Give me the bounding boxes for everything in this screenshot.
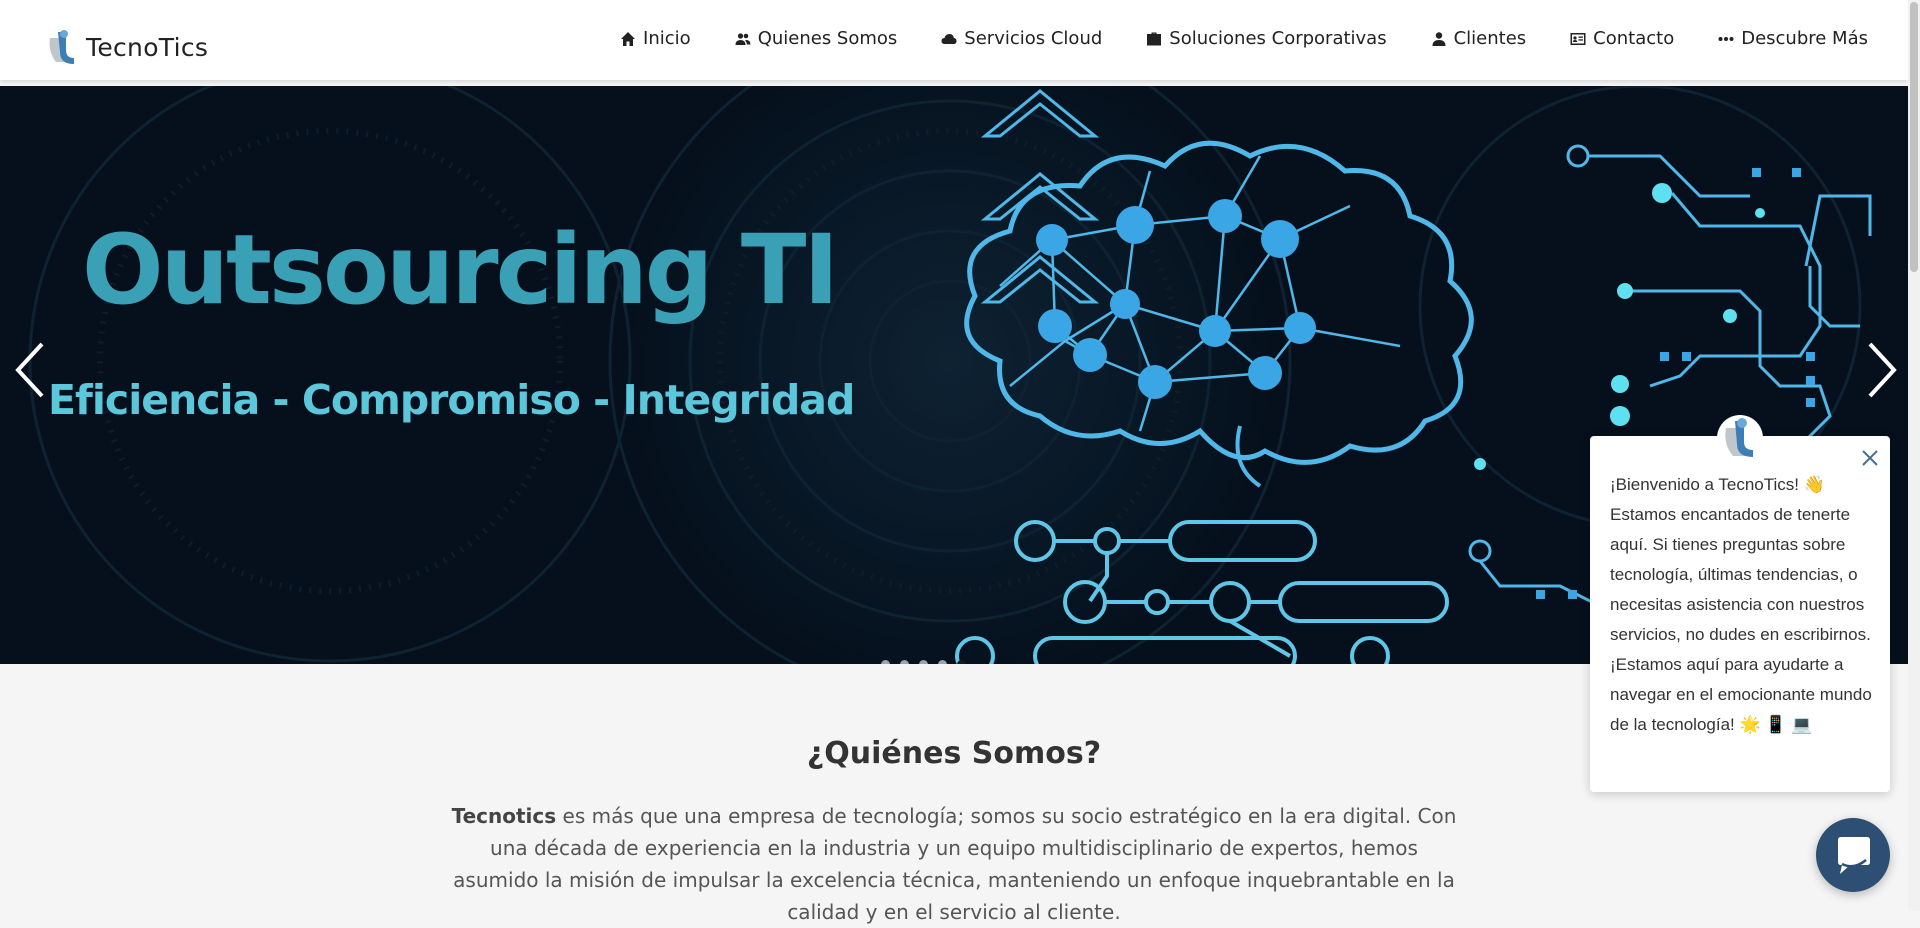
chat-bubble-icon <box>1838 837 1870 874</box>
home-icon <box>621 31 636 46</box>
nav-label: Descubre Más <box>1741 28 1868 49</box>
slider-dot-3[interactable] <box>919 660 928 664</box>
hero-title: Outsourcing TI <box>82 214 839 326</box>
slider-dot-1[interactable] <box>881 660 890 664</box>
nav-label: Inicio <box>643 28 691 49</box>
about-brand-name: Tecnotics <box>451 804 557 828</box>
logo-icon <box>49 30 74 64</box>
chevron-right-icon <box>1868 342 1897 398</box>
chat-launcher-button[interactable] <box>1816 818 1890 892</box>
brand-name: TecnoTics <box>86 32 209 62</box>
scrollbar-thumb[interactable] <box>1910 2 1918 272</box>
page-scrollbar[interactable] <box>1908 0 1920 911</box>
nav-item-quienes-somos[interactable]: Quienes Somos <box>735 28 898 49</box>
nav-item-descubre-mas[interactable]: Descubre Más <box>1718 28 1868 49</box>
slider-dot-2[interactable] <box>900 660 909 664</box>
ellipsis-icon <box>1718 36 1734 41</box>
nav-item-inicio[interactable]: Inicio <box>620 28 691 49</box>
nav-label: Clientes <box>1453 28 1527 49</box>
brand-logo[interactable]: TecnoTics <box>44 28 208 66</box>
cloud-icon <box>941 33 957 44</box>
nav-label: Contacto <box>1593 28 1675 49</box>
chat-bot-avatar-icon <box>1717 415 1763 461</box>
slider-dot-4[interactable] <box>938 660 947 664</box>
slider-next-button[interactable] <box>1860 340 1900 400</box>
hero-subtitle: Eficiencia - Compromiso - Integridad <box>48 376 855 424</box>
slider-prev-button[interactable] <box>12 340 52 400</box>
close-icon[interactable] <box>1860 448 1880 468</box>
nav-item-clientes[interactable]: Clientes <box>1431 28 1527 49</box>
briefcase-icon <box>1147 32 1162 45</box>
chat-welcome-popup: ¡Bienvenido a TecnoTics! 👋 Estamos encan… <box>1590 415 1890 792</box>
about-paragraph: Tecnotics es más que una empresa de tecn… <box>450 800 1458 928</box>
nav-label: Quienes Somos <box>757 28 898 49</box>
nav-item-soluciones-corporativas[interactable]: Soluciones Corporativas <box>1146 28 1387 49</box>
chevron-left-icon <box>15 342 44 398</box>
user-icon <box>1432 31 1446 46</box>
id-card-icon <box>1570 32 1586 45</box>
nav-label: Soluciones Corporativas <box>1169 28 1387 49</box>
main-nav: Inicio Quienes Somos Servicios Cloud Sol… <box>620 28 1868 49</box>
about-body-text: es más que una empresa de tecnología; so… <box>453 804 1457 924</box>
chat-welcome-message: ¡Bienvenido a TecnoTics! 👋 Estamos encan… <box>1610 475 1872 734</box>
nav-label: Servicios Cloud <box>964 28 1103 49</box>
nav-item-contacto[interactable]: Contacto <box>1570 28 1674 49</box>
nav-item-servicios-cloud[interactable]: Servicios Cloud <box>941 28 1102 49</box>
users-icon <box>735 32 751 45</box>
slider-dot-5[interactable] <box>957 660 966 664</box>
site-header: TecnoTics Inicio Quienes Somos Servicios… <box>0 0 1908 80</box>
slider-indicators <box>876 660 971 664</box>
